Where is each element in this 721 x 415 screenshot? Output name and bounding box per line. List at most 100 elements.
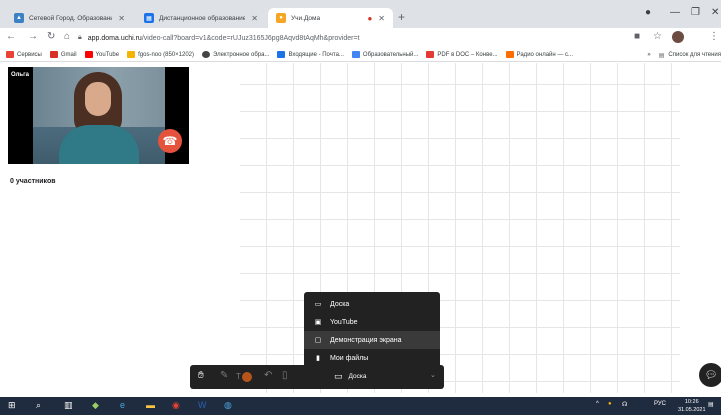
tray-icon[interactable]: ● (608, 401, 612, 407)
task-view-icon[interactable]: ▥ (64, 400, 73, 411)
edge-icon[interactable]: e (120, 400, 125, 410)
bookmark-item[interactable]: fgos-noo (850×1202) (127, 51, 194, 58)
lock-icon: 🔒︎ (78, 34, 82, 41)
taskbar: ⊞ ⌕ ▥ ◆ e ▬ ◉ W ◍ ^ ● ☊ РУС 10:26 31.05.… (0, 397, 721, 415)
board-mode-select[interactable]: ▭ Доска (334, 371, 366, 382)
windows-start-icon[interactable]: ⊞ (8, 400, 16, 411)
fgos-icon (127, 51, 136, 58)
tab-uchi[interactable]: ● Учи.Дома ● ✕ (268, 8, 393, 28)
bookmarks-more-button[interactable]: » (647, 52, 650, 58)
participants-count: 0 участников (10, 178, 56, 185)
star-icon[interactable]: ☆ (653, 31, 662, 42)
youtube-icon: ▣ (314, 319, 322, 326)
home-icon[interactable]: ⌂ (64, 31, 70, 42)
color-picker[interactable] (242, 372, 252, 382)
avatar[interactable] (672, 31, 684, 43)
tab-distance[interactable]: ▦ Дистанционное образование ... ✕ (136, 8, 266, 28)
word-icon[interactable]: W (198, 400, 207, 410)
chevron-up-icon[interactable]: ^ (596, 401, 599, 407)
tab-sgo[interactable]: ▲ Сетевой Город. Образование ✕ (6, 8, 133, 28)
bookmark-item[interactable]: Сервисы (6, 51, 42, 58)
gmail-icon (49, 51, 58, 58)
reload-icon[interactable]: ↻ (47, 31, 55, 42)
globe-icon (201, 51, 210, 58)
hang-up-button[interactable]: ☎ (158, 129, 182, 153)
text-icon[interactable]: T (236, 372, 241, 381)
bookmark-item[interactable]: Gmail (49, 51, 77, 58)
recording-icon: ● (367, 13, 373, 23)
screen-icon: ▢ (314, 337, 322, 344)
reading-list-icon: ▤ (658, 52, 665, 59)
menu-item-youtube[interactable]: ▣ YouTube (304, 313, 440, 331)
clear-icon[interactable]: ▯ (282, 370, 288, 381)
notifications-icon[interactable]: ▤ (708, 401, 714, 408)
participant-name: Ольга (11, 72, 29, 78)
new-tab-icon[interactable]: + (398, 10, 405, 24)
back-icon[interactable]: ← (6, 31, 16, 42)
clock[interactable]: 10:26 31.05.2021 (678, 398, 706, 414)
camera-icon[interactable]: ■ (634, 31, 640, 42)
edu-icon (351, 51, 360, 58)
apps-icon (6, 51, 14, 58)
uchi-icon: ● (276, 13, 286, 23)
menu-item-screen-share[interactable]: ▢ Демонстрация экрана (304, 331, 440, 349)
chrome-icon[interactable]: ◉ (172, 400, 180, 411)
url-host: app.doma.uchi.ru (87, 34, 142, 42)
pencil-icon[interactable]: ✎ (220, 370, 228, 381)
close-icon[interactable]: ✕ (251, 14, 258, 23)
bookmarks-overflow: » ▤ Список для чтения (647, 48, 721, 62)
board-mode-menu: ▭ Доска ▣ YouTube ▢ Демонстрация экрана … (304, 292, 440, 370)
profile-dot-icon[interactable]: ● (645, 7, 651, 18)
radio-icon (505, 51, 514, 58)
search-icon[interactable]: ⌕ (36, 400, 41, 411)
board-toolbar: ✋︎ ✎ T ↶ ▯ ▭ Доска ⌄ (190, 365, 444, 389)
bookmark-item[interactable]: Электронное обра... (201, 51, 269, 58)
tab-title: Дистанционное образование ... (159, 14, 246, 22)
close-icon[interactable]: ✕ (378, 14, 385, 23)
video-tile: Ольга ☎ (8, 67, 189, 164)
app-icon[interactable]: ◆ (92, 400, 99, 411)
chat-icon: 💬︎ (704, 369, 718, 381)
language-indicator[interactable]: РУС (654, 401, 666, 407)
app-icon[interactable]: ◍ (224, 400, 232, 411)
grid-icon: ▦ (144, 13, 154, 23)
network-icon[interactable]: ☊ (622, 401, 627, 408)
bookmark-item[interactable]: YouTube (84, 51, 119, 58)
close-window-icon[interactable]: ✕ (711, 7, 719, 18)
page-content: Ольга ☎ 0 участников ▭ Доска ▣ YouTube ▢… (0, 63, 721, 393)
file-icon: ▮ (316, 355, 320, 362)
url-path: /video-call?board=v1&code=rUJuz3165J6pg8… (141, 34, 360, 42)
menu-item-board[interactable]: ▭ Доска (304, 295, 440, 313)
pdf-icon (426, 51, 435, 58)
undo-icon[interactable]: ↶ (264, 370, 272, 381)
explorer-icon[interactable]: ▬ (146, 400, 155, 410)
phone-icon: ☎ (162, 134, 178, 148)
board-icon: ▭ (334, 371, 343, 381)
video-frame (33, 67, 165, 164)
tab-title: Сетевой Город. Образование (29, 14, 113, 22)
menu-dots-icon[interactable]: ⋮ (709, 31, 719, 42)
close-icon[interactable]: ✕ (118, 14, 125, 23)
address-bar[interactable]: 🔒︎ app.doma.uchi.ru /video-call?board=v1… (78, 31, 648, 45)
browser-tab-strip: ▲ Сетевой Город. Образование ✕ ▦ Дистанц… (0, 0, 721, 28)
forward-icon[interactable]: → (28, 31, 38, 42)
tab-title: Учи.Дома (291, 14, 321, 22)
board-icon: ▭ (314, 301, 322, 308)
bookmark-item[interactable]: Радио онлайн — с... (505, 51, 573, 58)
bookmark-item[interactable]: PDF в DOC – Конве... (426, 51, 498, 58)
chat-button[interactable]: 💬︎ (699, 363, 721, 387)
hand-icon[interactable]: ✋︎ (198, 370, 204, 381)
mail-icon (277, 51, 286, 58)
bookmark-item[interactable]: Входящие - Почта... (277, 51, 344, 58)
reading-list-link[interactable]: Список для чтения (668, 52, 721, 58)
clock-time: 10:26 (684, 399, 699, 405)
bookmarks-bar: Сервисы Gmail YouTube fgos-noo (850×1202… (0, 48, 721, 62)
chevron-down-icon[interactable]: ⌄ (430, 371, 436, 379)
clock-date: 31.05.2021 (678, 407, 706, 413)
minimize-icon[interactable]: — (670, 7, 680, 18)
school-icon: ▲ (14, 13, 24, 23)
browser-toolbar: ← → ↻ ⌂ 🔒︎ app.doma.uchi.ru /video-call?… (0, 28, 721, 48)
maximize-icon[interactable]: ❐ (691, 7, 700, 18)
bookmark-item[interactable]: Образовательный... (351, 51, 418, 58)
youtube-icon (84, 51, 93, 58)
